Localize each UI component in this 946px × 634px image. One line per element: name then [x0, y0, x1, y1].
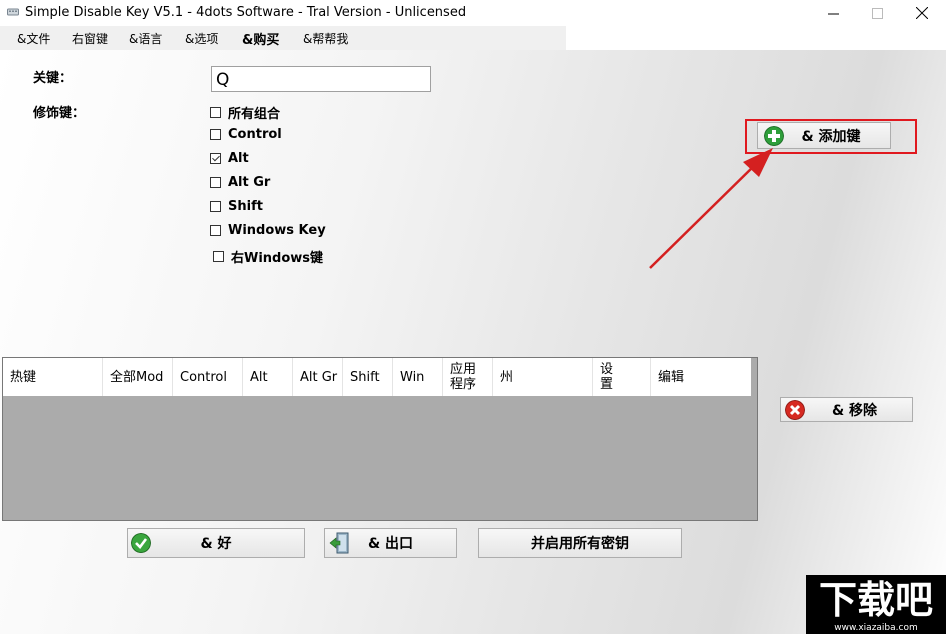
- minimize-button[interactable]: [810, 0, 856, 26]
- checkbox-label: Shift: [228, 199, 263, 214]
- enable-all-keys-label: 并启用所有密钥: [531, 536, 629, 552]
- key-input[interactable]: Q: [211, 66, 431, 92]
- menu-file[interactable]: &文件: [17, 30, 50, 47]
- checkbox-box[interactable]: [210, 177, 221, 188]
- close-button[interactable]: [899, 0, 945, 26]
- exit-button[interactable]: & 出口: [324, 528, 457, 558]
- checkbox-box[interactable]: [210, 201, 221, 212]
- checkbox-box[interactable]: [213, 251, 224, 262]
- col-hotkey[interactable]: 热键: [3, 358, 103, 396]
- checkbox-windows-key[interactable]: Windows Key: [210, 223, 326, 238]
- menu-right-window-key[interactable]: 右窗键: [72, 30, 108, 47]
- ok-button[interactable]: & 好: [127, 528, 305, 558]
- col-win[interactable]: Win: [393, 358, 443, 396]
- checkbox-label: Alt: [228, 151, 249, 166]
- close-icon: [916, 7, 928, 19]
- window-title: Simple Disable Key V5.1 - 4dots Software…: [25, 5, 467, 20]
- checkbox-alt-gr[interactable]: Alt Gr: [210, 175, 270, 190]
- checkbox-label: Control: [228, 127, 282, 142]
- watermark-logo: 下载吧 www.xiazaiba.com: [806, 575, 946, 634]
- checkbox-box-checked[interactable]: [210, 153, 221, 164]
- col-settings[interactable]: 设 置: [593, 358, 651, 396]
- checkbox-box[interactable]: [210, 225, 221, 236]
- modifier-label: 修饰键：: [33, 106, 86, 121]
- svg-text:下载吧: 下载吧: [819, 578, 933, 622]
- checkbox-label: 所有组合: [228, 107, 281, 122]
- app-keyboard-icon: [7, 8, 19, 16]
- col-alt[interactable]: Alt: [243, 358, 293, 396]
- maximize-icon: [871, 7, 883, 19]
- checkbox-box[interactable]: [210, 129, 221, 140]
- checkbox-label: Alt Gr: [228, 175, 271, 190]
- ok-label: & 好: [200, 536, 232, 552]
- remove-button[interactable]: & 移除: [780, 397, 913, 422]
- checkbox-alt[interactable]: Alt: [210, 151, 249, 166]
- key-label: 关键：: [33, 71, 73, 86]
- svg-text:www.xiazaiba.com: www.xiazaiba.com: [834, 623, 918, 633]
- col-application[interactable]: 应用 程序: [443, 358, 493, 396]
- col-control[interactable]: Control: [173, 358, 243, 396]
- title-bar: Simple Disable Key V5.1 - 4dots Software…: [0, 0, 946, 26]
- checkbox-box[interactable]: [210, 107, 221, 118]
- minimize-icon: [827, 13, 839, 14]
- col-alt-gr[interactable]: Alt Gr: [293, 358, 343, 396]
- col-state[interactable]: 州: [493, 358, 593, 396]
- maximize-button[interactable]: [854, 0, 900, 26]
- checkbox-shift[interactable]: Shift: [210, 199, 263, 214]
- checkbox-all-combinations[interactable]: 所有组合: [210, 103, 280, 122]
- col-edit[interactable]: 编辑: [651, 358, 751, 396]
- menu-bar: &文件 右窗键 &语言 &选项 &购买 &帮帮我: [0, 26, 566, 50]
- menu-language[interactable]: &语言: [129, 30, 162, 47]
- checkbox-control[interactable]: Control: [210, 127, 282, 142]
- checkbox-label: 右Windows键: [231, 251, 324, 266]
- remove-label: & 移除: [831, 402, 878, 419]
- checkbox-right-windows-key[interactable]: 右Windows键: [213, 247, 323, 266]
- col-shift[interactable]: Shift: [343, 358, 393, 396]
- col-all-mod[interactable]: 全部Mod: [103, 358, 173, 396]
- checkbox-label: Windows Key: [228, 223, 326, 238]
- exit-label: & 出口: [367, 536, 414, 552]
- menu-options[interactable]: &选项: [185, 30, 218, 47]
- enable-all-keys-button[interactable]: 并启用所有密钥: [478, 528, 682, 558]
- annotation-arrow: [649, 148, 773, 269]
- menu-help[interactable]: &帮帮我: [303, 30, 348, 47]
- menu-buy[interactable]: &购买: [242, 29, 279, 48]
- table-header: 热键 全部Mod Control Alt Alt Gr Shift Win 应用…: [3, 358, 751, 396]
- hotkey-table[interactable]: 热键 全部Mod Control Alt Alt Gr Shift Win 应用…: [2, 357, 758, 521]
